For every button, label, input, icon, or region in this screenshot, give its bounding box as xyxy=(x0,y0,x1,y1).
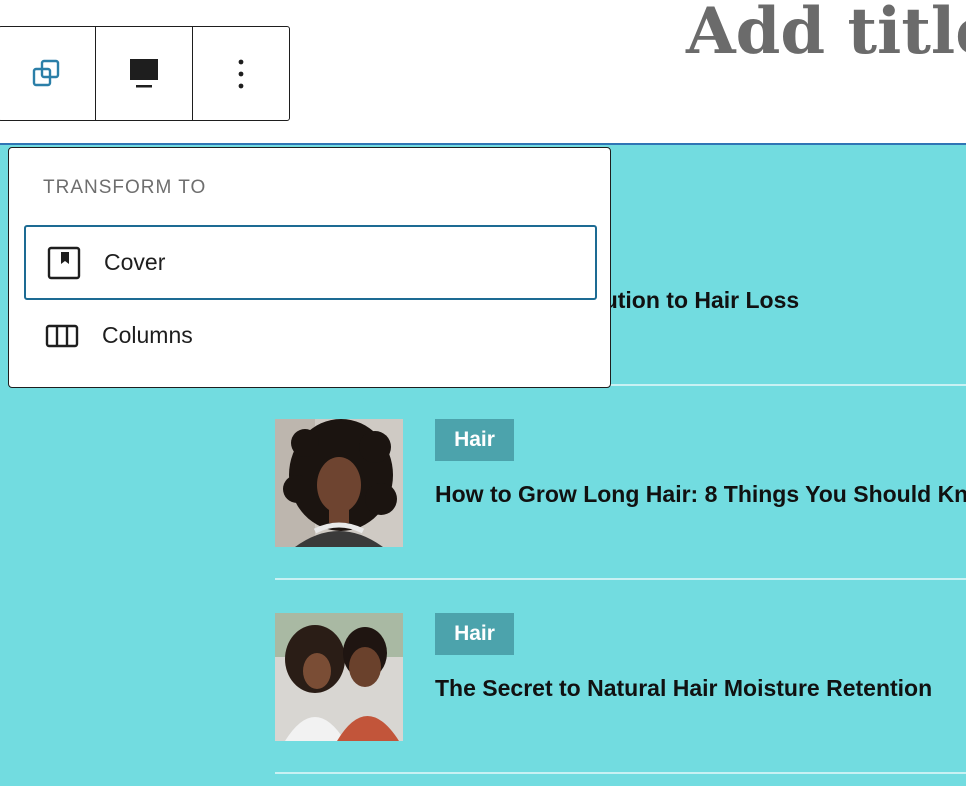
align-button[interactable] xyxy=(96,27,193,120)
transform-to-columns-item[interactable]: Columns xyxy=(24,298,597,373)
cover-icon xyxy=(46,245,82,281)
block-toolbar xyxy=(0,26,290,121)
align-icon xyxy=(127,57,161,91)
columns-icon xyxy=(44,318,80,354)
post-title[interactable]: How to Grow Long Hair: 8 Things You Shou… xyxy=(435,481,966,508)
block-type-button[interactable] xyxy=(0,27,96,120)
menu-item-label: Columns xyxy=(102,322,193,348)
popover-heading: TRANSFORM TO xyxy=(43,177,207,198)
post-divider xyxy=(275,578,966,580)
more-options-button[interactable] xyxy=(193,27,289,120)
menu-item-label: Cover xyxy=(104,249,166,275)
kebab-icon xyxy=(236,57,246,91)
transform-to-cover-item[interactable]: Cover xyxy=(24,225,597,300)
post-title[interactable]: The Secret to Natural Hair Moisture Rete… xyxy=(435,675,966,702)
post-divider xyxy=(275,772,966,774)
category-badge[interactable]: Hair xyxy=(435,613,514,655)
transform-popover: TRANSFORM TO Cover Columns xyxy=(8,147,611,388)
post-title-input[interactable]: Add title xyxy=(686,0,966,69)
post-thumbnail[interactable] xyxy=(275,613,403,741)
group-icon xyxy=(30,57,64,91)
post-thumbnail[interactable] xyxy=(275,419,403,547)
category-badge[interactable]: Hair xyxy=(435,419,514,461)
